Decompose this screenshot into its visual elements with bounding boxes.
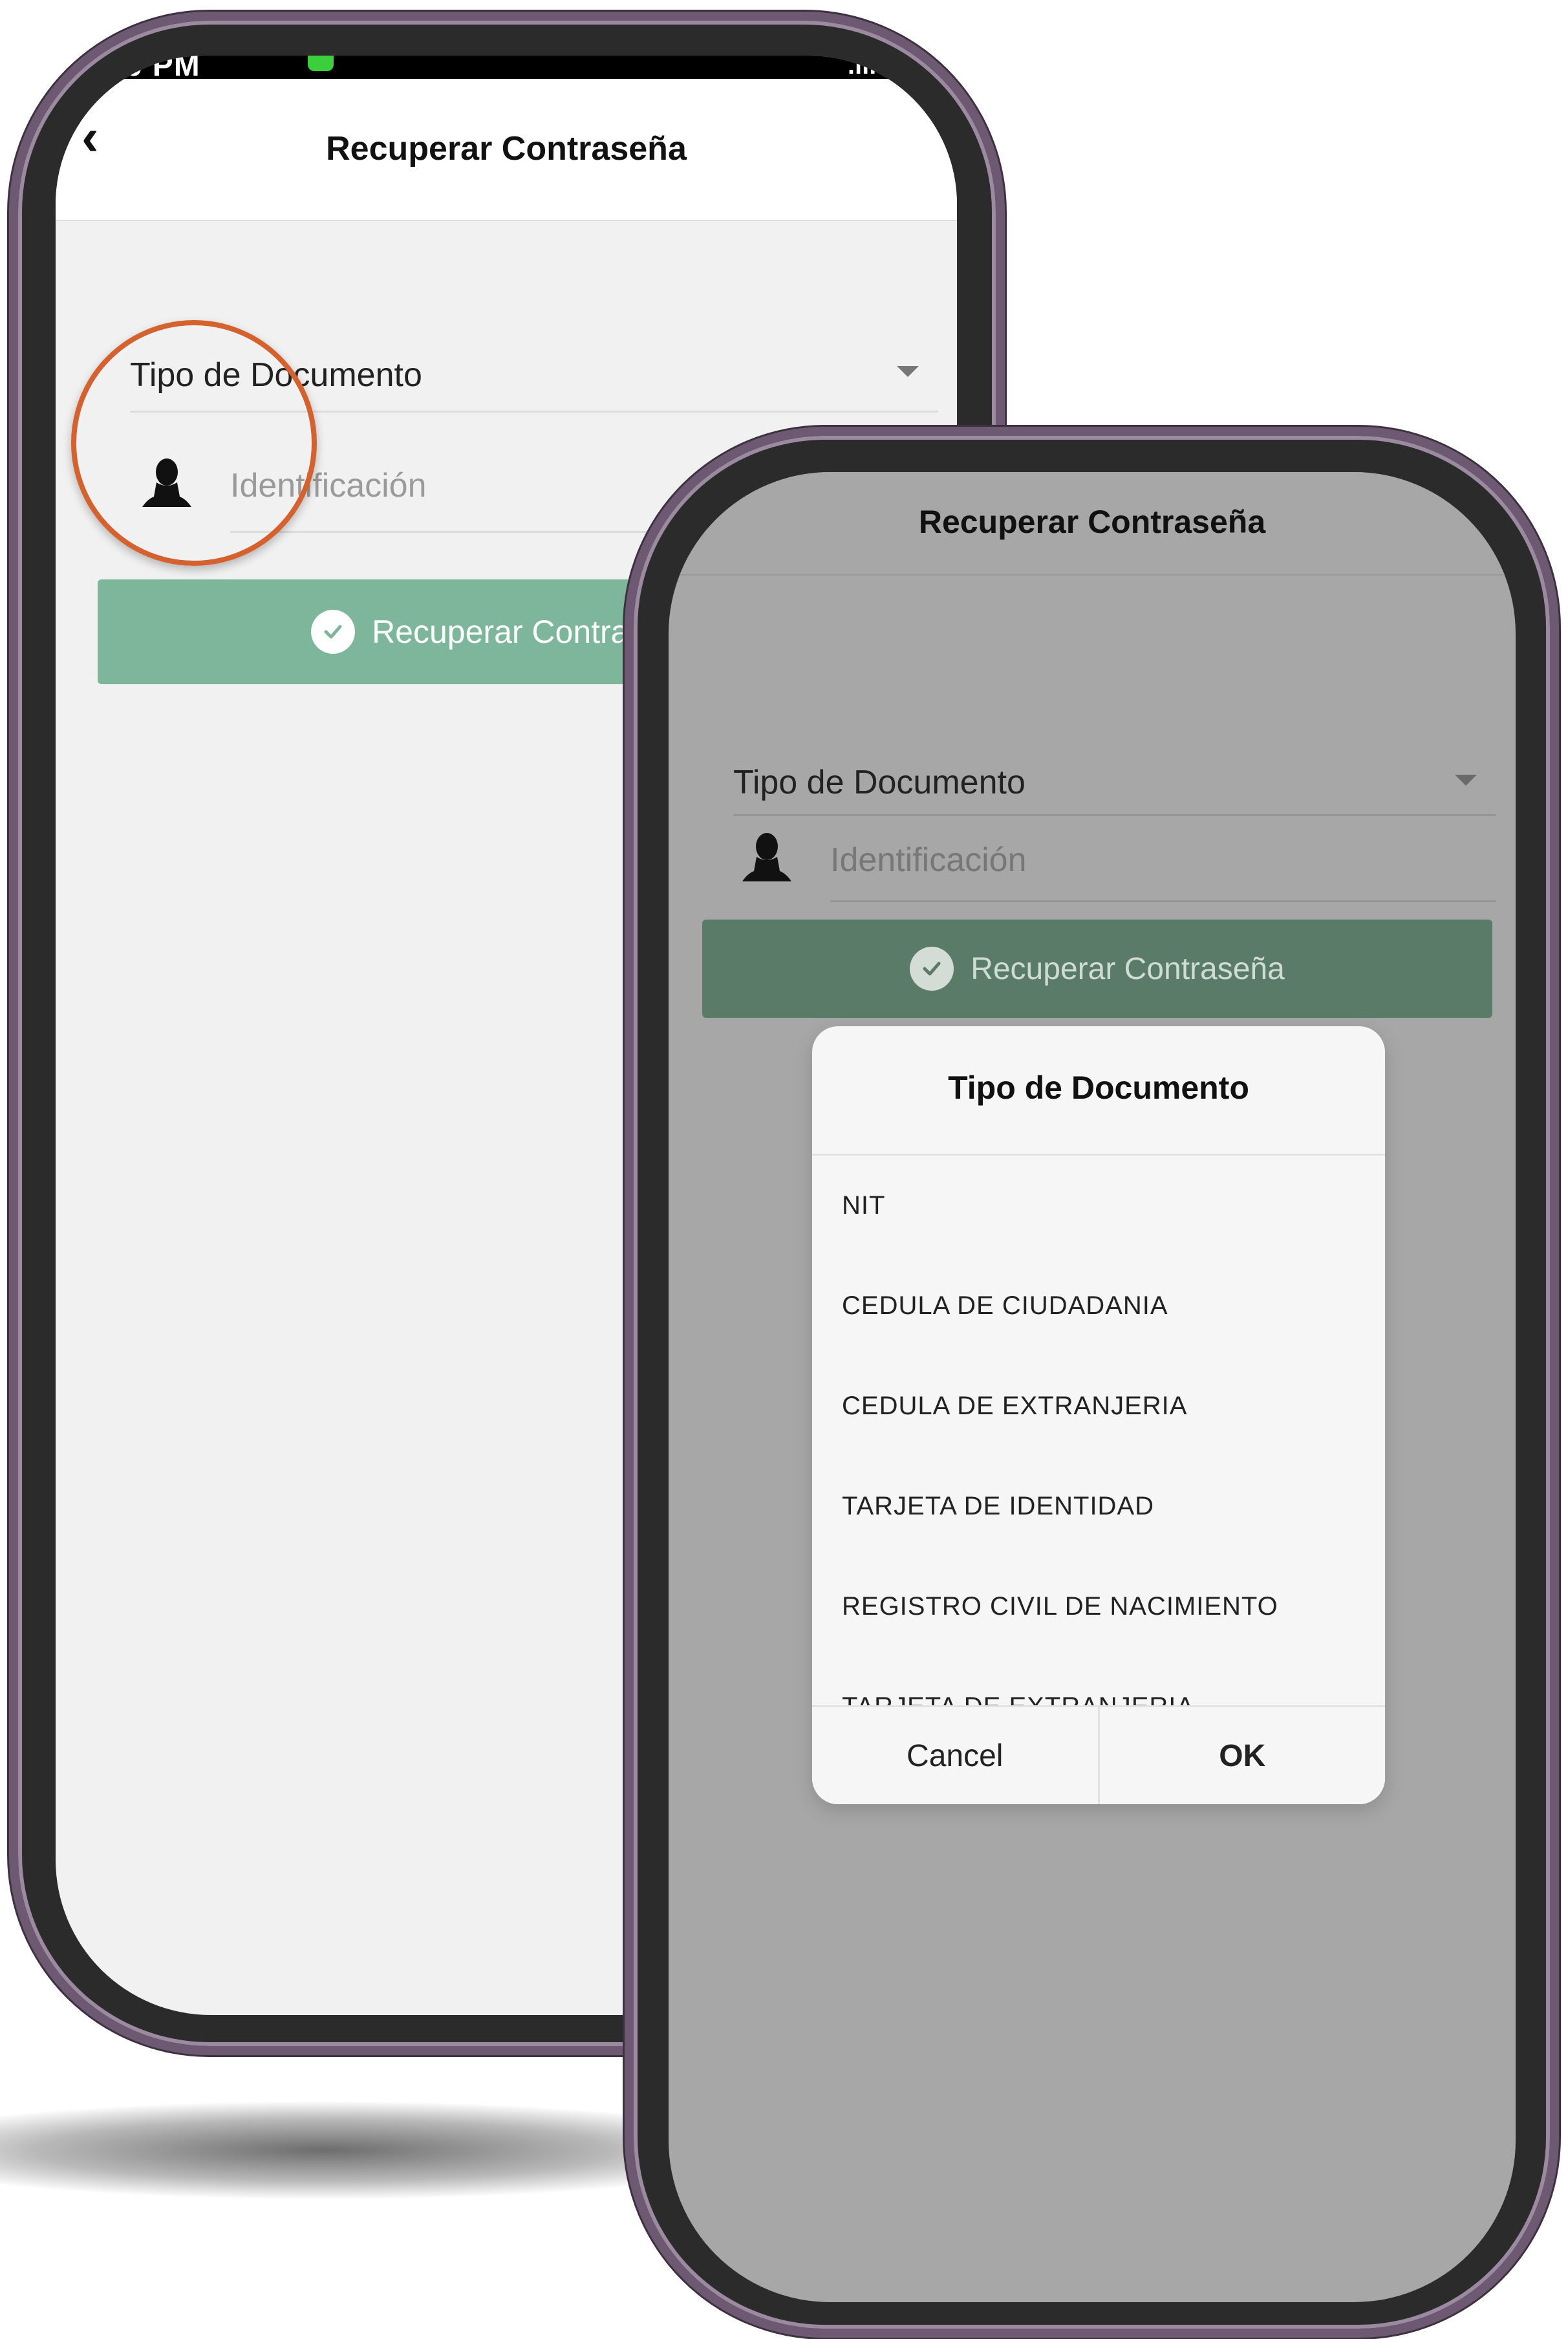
notification-app-icon: [308, 56, 334, 71]
identification-underline: [830, 900, 1496, 902]
option-registro-civil[interactable]: REGISTRO CIVIL DE NACIMIENTO: [812, 1557, 1385, 1657]
page: 10 PM .ıll ≋ ‹ Recuperar Contraseña Tipo…: [0, 0, 1568, 2339]
check-circle-icon: [910, 947, 954, 991]
app-header: ‹ Recuperar Contraseña: [56, 79, 957, 221]
page-title: Recuperar Contraseña: [918, 504, 1266, 540]
app-header: ‹ Recuperar Contraseña: [669, 472, 1516, 576]
option-nit[interactable]: NIT: [812, 1156, 1385, 1256]
ok-button[interactable]: OK: [1097, 1707, 1386, 1804]
highlight-circle: [71, 320, 317, 566]
recover-password-button[interactable]: Recuperar Contraseña: [702, 920, 1492, 1018]
dialog-footer: Cancel OK: [812, 1705, 1385, 1804]
identification-input[interactable]: [830, 834, 1477, 886]
caret-down-icon: [897, 366, 919, 377]
screen-right: ‹ Recuperar Contraseña Tipo de Documento…: [669, 472, 1516, 2302]
document-type-select[interactable]: Tipo de Documento: [733, 744, 1496, 816]
signal-wifi-icon: .ıll ≋: [847, 56, 905, 80]
dialog-title: Tipo de Documento: [812, 1026, 1385, 1156]
recover-password-label: Recuperar Contraseña: [971, 951, 1285, 986]
status-bar: 10 PM .ıll ≋: [56, 56, 957, 83]
cancel-button[interactable]: Cancel: [812, 1707, 1098, 1804]
document-type-dialog: Tipo de Documento NIT CEDULA DE CIUDADAN…: [812, 1026, 1385, 1804]
person-icon: [742, 833, 791, 881]
option-cedula-extranjeria[interactable]: CEDULA DE EXTRANJERIA: [812, 1356, 1385, 1456]
option-tarjeta-identidad[interactable]: TARJETA DE IDENTIDAD: [812, 1456, 1385, 1557]
page-title: Recuperar Contraseña: [326, 130, 687, 167]
option-tarjeta-extranjeria[interactable]: TARJETA DE EXTRANJERIA: [812, 1657, 1385, 1705]
option-cedula-ciudadania[interactable]: CEDULA DE CIUDADANIA: [812, 1256, 1385, 1356]
caret-down-icon: [1455, 775, 1477, 786]
document-type-label: Tipo de Documento: [733, 764, 1026, 801]
option-list: NIT CEDULA DE CIUDADANIA CEDULA DE EXTRA…: [812, 1156, 1385, 1705]
check-circle-icon: [311, 610, 356, 654]
